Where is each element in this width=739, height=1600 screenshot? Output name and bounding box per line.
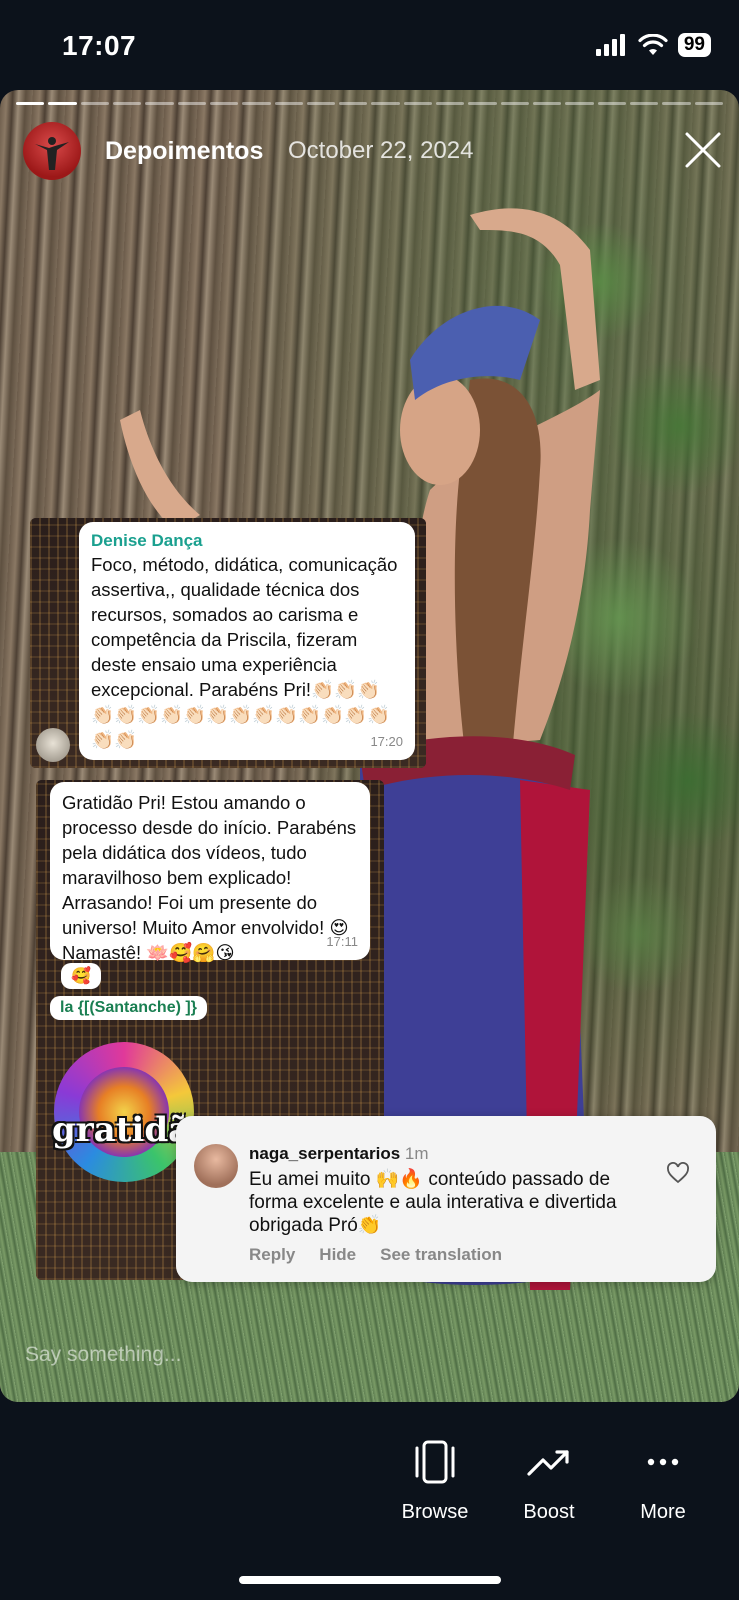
progress-segment — [274, 102, 303, 105]
home-indicator[interactable] — [239, 1576, 501, 1584]
story-date: October 22, 2024 — [288, 137, 474, 164]
progress-segment — [500, 102, 529, 105]
message-text: Gratidão Pri! Estou amando o processo de… — [62, 792, 357, 963]
comment-card[interactable]: naga_serpentarios 1m Eu amei muito 🙌🔥 co… — [176, 1116, 716, 1282]
progress-segment — [436, 102, 465, 105]
progress-segment — [597, 102, 626, 105]
say-something-input[interactable] — [23, 1336, 717, 1374]
battery-indicator: 99 — [677, 33, 711, 57]
cat-avatar — [36, 728, 70, 762]
clock: 17:07 — [62, 30, 137, 61]
comment-text: Eu amei muito 🙌🔥 conteúdo passado de for… — [249, 1169, 617, 1236]
account-name[interactable]: Depoimentos — [105, 137, 263, 166]
see-translation-button[interactable]: See translation — [380, 1245, 502, 1265]
comment-time: 1m — [404, 1144, 429, 1163]
heart-icon[interactable] — [666, 1162, 690, 1184]
message-time: 17:11 — [326, 934, 358, 949]
message-text: Foco, método, didática, comunicação asse… — [91, 554, 398, 750]
progress-segment — [209, 102, 239, 105]
progress-segment — [339, 102, 368, 105]
signal-icon — [595, 34, 625, 56]
message-sender: Denise Dança — [91, 531, 203, 550]
progress-segment — [662, 102, 691, 105]
account-avatar[interactable] — [23, 122, 81, 180]
reply-button[interactable]: Reply — [249, 1245, 295, 1265]
quoted-message: la {[(Santanche) ]} — [50, 996, 207, 1020]
browse-icon — [415, 1440, 455, 1484]
commenter-username[interactable]: naga_serpentarios 1m — [249, 1144, 429, 1164]
progress-segment — [533, 102, 562, 105]
progress-segment — [48, 102, 77, 105]
more-button[interactable]: More — [608, 1440, 718, 1524]
trending-up-icon — [527, 1450, 569, 1476]
progress-segment — [306, 102, 336, 105]
more-label: More — [640, 1501, 686, 1523]
status-bar: 17:07 99 — [0, 0, 739, 90]
progress-segment — [468, 102, 497, 105]
commenter-avatar[interactable] — [194, 1144, 238, 1188]
message-bubble-denise: Denise Dança Foco, método, didática, com… — [79, 522, 415, 760]
progress-segment — [112, 102, 142, 105]
chat-screenshot-1: Denise Dança Foco, método, didática, com… — [30, 518, 426, 768]
progress-segment — [629, 102, 659, 105]
progress-segment — [145, 102, 174, 105]
close-icon[interactable] — [683, 130, 723, 170]
quoted-sender: la {[(Santanche) ]} — [60, 999, 197, 1016]
message-bubble-gratidao: Gratidão Pri! Estou amando o processo de… — [50, 782, 370, 963]
wifi-icon — [638, 34, 668, 55]
more-icon — [647, 1458, 679, 1466]
progress-segment — [371, 102, 400, 105]
reaction-bubble: 🥰 — [61, 963, 101, 989]
boost-button[interactable]: Boost — [494, 1440, 604, 1524]
hide-button[interactable]: Hide — [319, 1245, 356, 1265]
status-icons: 99 — [595, 33, 711, 57]
username-text: naga_serpentarios — [249, 1144, 401, 1163]
message-time: 17:20 — [370, 734, 403, 749]
boost-label: Boost — [523, 1501, 575, 1523]
browse-label: Browse — [401, 1501, 469, 1523]
progress-segment — [565, 102, 594, 105]
progress-segment — [80, 102, 109, 105]
progress-segment — [177, 102, 206, 105]
progress-segment — [242, 102, 271, 105]
story-progress-bar — [16, 102, 723, 105]
comment-actions: Reply Hide See translation — [249, 1245, 502, 1265]
progress-segment — [16, 102, 45, 105]
progress-segment — [694, 102, 723, 105]
progress-segment — [403, 102, 433, 105]
story-header: Depoimentos October 22, 2024 — [23, 122, 723, 182]
browse-button[interactable]: Browse — [380, 1440, 490, 1524]
